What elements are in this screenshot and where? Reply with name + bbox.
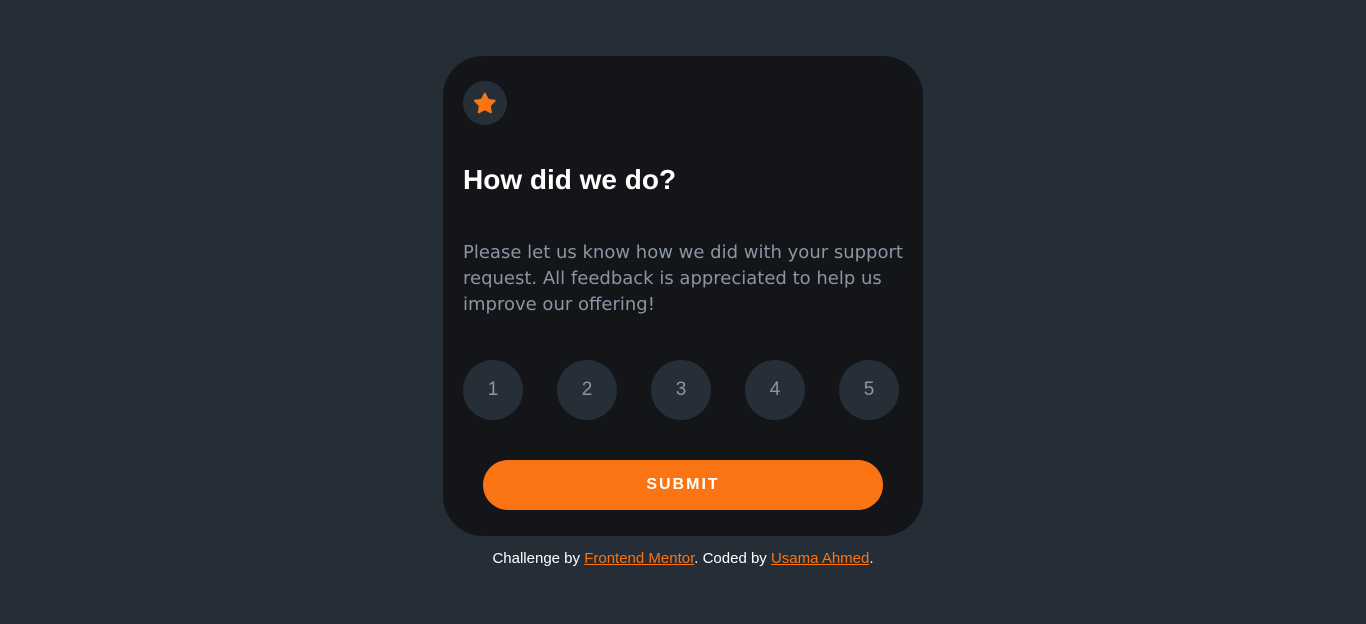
- attribution: Challenge by Frontend Mentor. Coded by U…: [0, 549, 1366, 569]
- rating-button-1[interactable]: 1: [463, 360, 523, 420]
- attribution-suffix: .: [869, 550, 874, 567]
- star-icon: [474, 92, 496, 114]
- card-title: How did we do?: [463, 164, 677, 195]
- rating-button-3[interactable]: 3: [651, 360, 711, 420]
- card-description: Please let us know how we did with your …: [463, 242, 903, 315]
- rating-card: How did we do? Please let us know how we…: [443, 56, 923, 536]
- rating-options: 1 2 3 4 5: [463, 360, 899, 420]
- rating-button-2[interactable]: 2: [557, 360, 617, 420]
- frontend-mentor-link[interactable]: Frontend Mentor: [584, 550, 694, 567]
- attribution-middle: . Coded by: [694, 550, 771, 567]
- attribution-prefix: Challenge by: [492, 550, 585, 567]
- rating-button-4[interactable]: 4: [745, 360, 805, 420]
- rating-button-5[interactable]: 5: [839, 360, 899, 420]
- submit-button[interactable]: SUBMIT: [483, 460, 883, 510]
- star-badge: [463, 81, 507, 125]
- author-link[interactable]: Usama Ahmed: [771, 550, 869, 567]
